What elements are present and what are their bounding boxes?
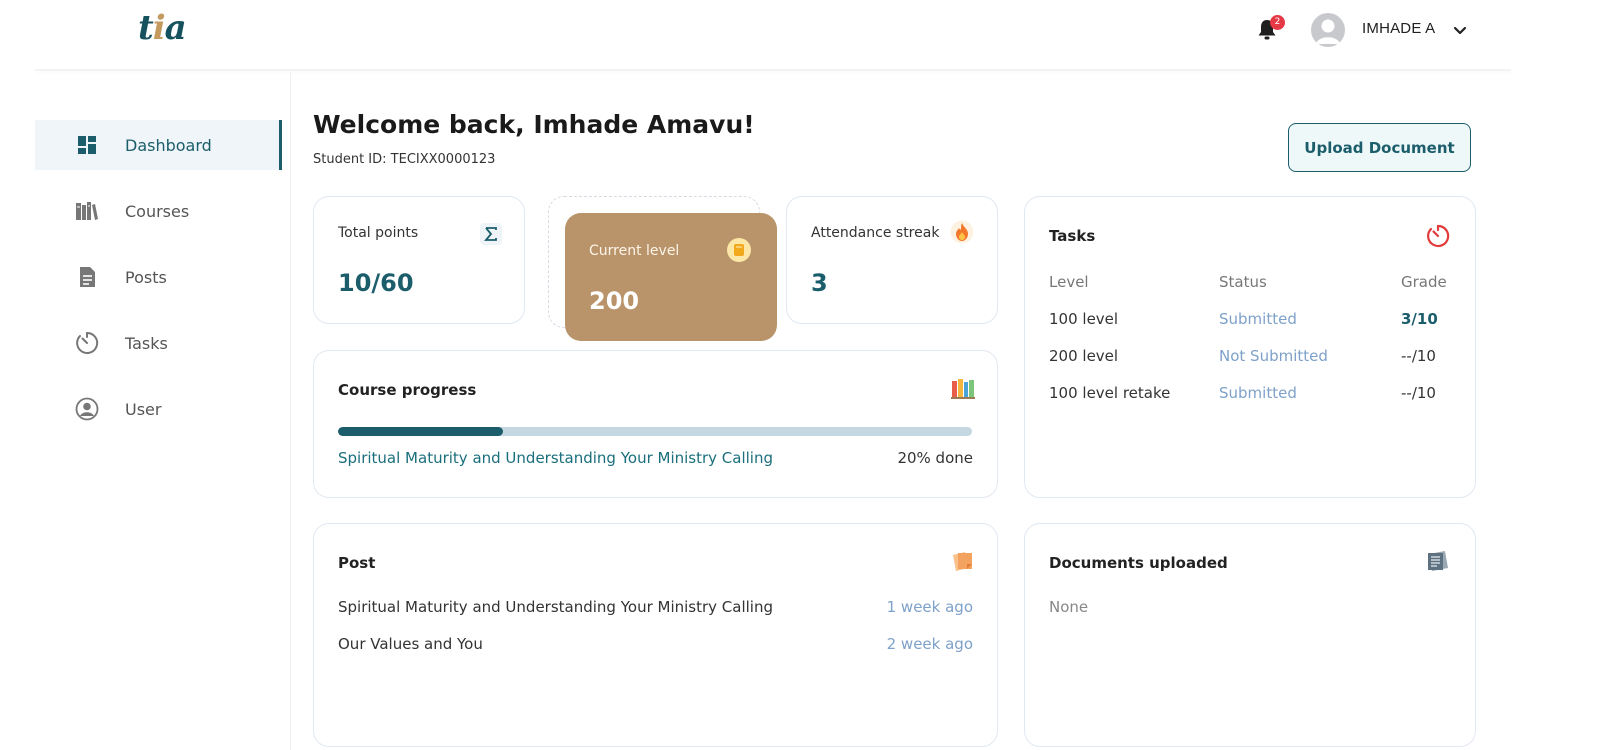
task-status: Submitted (1219, 384, 1297, 402)
timer-red-icon (1425, 223, 1451, 249)
course-progress-course-link[interactable]: Spiritual Maturity and Understanding You… (338, 449, 773, 467)
total-points-card: Total points 10/60 (313, 196, 525, 324)
course-progress-fill (338, 427, 503, 436)
task-level: 100 level (1049, 310, 1119, 328)
current-level-value: 200 (589, 287, 640, 315)
total-points-value: 10/60 (338, 269, 414, 297)
sidebar-item-label: Posts (125, 267, 167, 287)
total-points-label: Total points (338, 225, 419, 241)
top-header: tia 2 IMHADE A (0, 0, 1600, 72)
task-status: Submitted (1219, 310, 1297, 328)
task-grade: --/10 (1401, 384, 1436, 402)
tasks-title: Tasks (1049, 227, 1096, 245)
post-item-title[interactable]: Spiritual Maturity and Understanding You… (338, 598, 773, 616)
sidebar-item-label: Courses (125, 201, 190, 221)
post-item-time: 2 week ago (886, 635, 973, 653)
fire-icon (949, 219, 975, 245)
sidebar-item-label: Dashboard (125, 135, 212, 155)
app-logo[interactable]: tia (138, 8, 187, 48)
course-progress-percent: 20% done (897, 449, 973, 467)
post-item-time: 1 week ago (886, 598, 973, 616)
course-progress-title: Course progress (338, 381, 477, 399)
books-stack-icon (950, 375, 976, 401)
notebook-icon (1425, 548, 1451, 574)
documents-empty-text: None (1049, 598, 1089, 616)
task-level: 100 level retake (1049, 384, 1171, 402)
tasks-column-level: Level (1049, 273, 1089, 291)
sidebar-item-courses[interactable]: Courses (35, 186, 282, 236)
task-grade: --/10 (1401, 347, 1436, 365)
notification-count-badge: 2 (1270, 15, 1285, 30)
attendance-streak-label: Attendance streak (811, 225, 940, 241)
sidebar-item-tasks[interactable]: Tasks (35, 318, 282, 368)
user-avatar-icon (1316, 19, 1340, 44)
sidebar-item-user[interactable]: User (35, 384, 282, 434)
attendance-streak-value: 3 (811, 269, 828, 297)
tasks-card: Tasks Level Status Grade 100 level Submi… (1024, 196, 1476, 498)
user-menu-chevron-button[interactable] (1452, 22, 1468, 38)
post-title: Post (338, 554, 376, 572)
post-card: Post Spiritual Maturity and Understandin… (313, 523, 998, 747)
coin-icon (726, 237, 752, 263)
attendance-streak-card: Attendance streak 3 (786, 196, 998, 324)
notification-bell-button[interactable]: 2 (1256, 15, 1285, 44)
course-progress-bar (338, 427, 972, 436)
notes-icon (950, 548, 976, 574)
sidebar: Dashboard Courses Posts Tasks User (35, 72, 291, 750)
documents-uploaded-title: Documents uploaded (1049, 554, 1228, 572)
current-level-label: Current level (589, 243, 680, 259)
user-avatar[interactable] (1311, 13, 1345, 47)
header-divider (35, 69, 1511, 71)
sidebar-item-dashboard[interactable]: Dashboard (35, 120, 282, 170)
sigma-icon (478, 221, 504, 247)
user-circle-icon (75, 397, 99, 421)
task-grade: 3/10 (1401, 310, 1438, 328)
student-id: Student ID: TECIXX0000123 (313, 152, 496, 167)
dashboard-icon (75, 133, 99, 157)
sidebar-item-posts[interactable]: Posts (35, 252, 282, 302)
tasks-column-status: Status (1219, 273, 1267, 291)
user-name[interactable]: IMHADE A (1362, 20, 1435, 37)
current-level-card: Current level 200 (565, 213, 777, 341)
documents-uploaded-card: Documents uploaded None (1024, 523, 1476, 747)
task-status: Not Submitted (1219, 347, 1328, 365)
task-level: 200 level (1049, 347, 1119, 365)
page-title: Welcome back, Imhade Amavu! (313, 110, 755, 139)
books-icon (75, 199, 99, 223)
chevron-down-icon (1453, 26, 1467, 35)
sidebar-item-label: Tasks (125, 333, 168, 353)
course-progress-card: Course progress Spiritual Maturity and U… (313, 350, 998, 498)
upload-document-button[interactable]: Upload Document (1288, 123, 1471, 172)
timer-icon (75, 331, 99, 355)
post-item-title[interactable]: Our Values and You (338, 635, 483, 653)
document-icon (75, 265, 99, 289)
tasks-column-grade: Grade (1401, 273, 1447, 291)
sidebar-item-label: User (125, 399, 162, 419)
